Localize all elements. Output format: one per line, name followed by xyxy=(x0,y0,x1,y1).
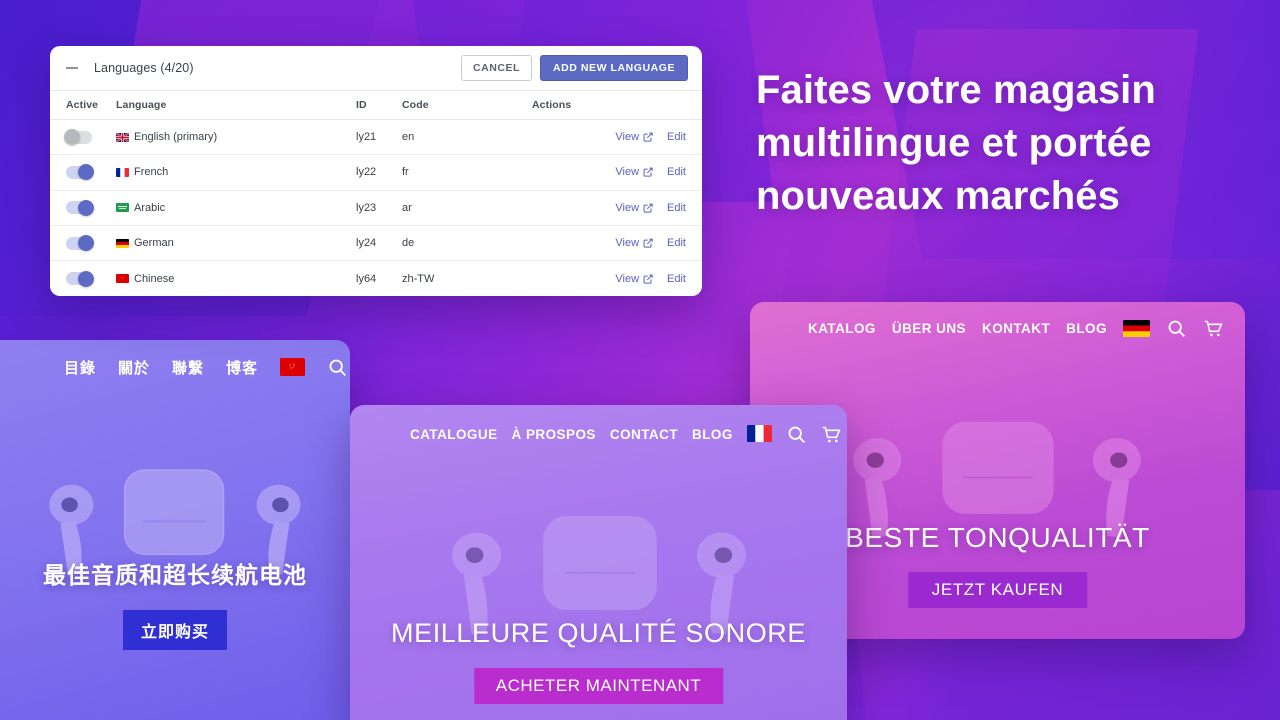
language-name: English (primary) xyxy=(134,131,218,144)
table-row: English (primary) ly21 en View Edit xyxy=(50,119,702,156)
language-name: Chinese xyxy=(134,272,175,285)
languages-panel: Languages (4/20) CANCEL ADD NEW LANGUAGE… xyxy=(50,46,702,296)
france-flag-icon[interactable] xyxy=(746,424,772,444)
view-link[interactable]: View xyxy=(615,273,639,285)
search-icon[interactable] xyxy=(327,357,348,378)
edit-link[interactable]: Edit xyxy=(667,273,686,285)
nav-link-catalog[interactable]: 目錄 xyxy=(64,357,96,378)
external-link-icon[interactable] xyxy=(643,167,653,178)
language-code: en xyxy=(402,119,532,156)
panel-header: Languages (4/20) CANCEL ADD NEW LANGUAGE xyxy=(50,46,702,91)
column-header-code: Code xyxy=(402,91,532,120)
table-row: Chinese ly64 zh-TW View Edit xyxy=(50,261,702,296)
external-link-icon[interactable] xyxy=(643,238,653,248)
cta-button-french[interactable]: ACHETER MAINTENANT xyxy=(473,668,724,704)
language-id: ly22 xyxy=(356,154,402,191)
nav-link-contact[interactable]: CONTACT xyxy=(610,427,678,442)
language-code: fr xyxy=(402,154,532,191)
uk-flag-icon xyxy=(116,132,129,142)
language-name: German xyxy=(134,237,174,250)
store-nav-chinese: 目錄 關於 聯繫 博客 xyxy=(0,340,350,394)
nav-link-catalogue[interactable]: CATALOGUE xyxy=(410,427,498,442)
nav-link-contact[interactable]: 聯繫 xyxy=(172,357,204,378)
active-toggle[interactable] xyxy=(64,129,92,146)
store-nav-french: CATALOGUE À PROSPOS CONTACT BLOG xyxy=(350,405,847,463)
nav-link-a-propos[interactable]: À PROSPOS xyxy=(512,427,596,442)
germany-flag-icon[interactable] xyxy=(1122,319,1150,337)
language-id: ly21 xyxy=(356,119,402,156)
saudi-arabia-flag-icon xyxy=(116,203,129,213)
language-code: ar xyxy=(402,190,532,226)
active-toggle[interactable] xyxy=(66,199,94,216)
nav-link-blog[interactable]: BLOG xyxy=(692,427,733,442)
active-toggle[interactable] xyxy=(66,235,94,252)
cta-button-chinese[interactable]: 立即购买 xyxy=(122,610,228,650)
active-toggle[interactable] xyxy=(66,270,94,287)
add-new-language-button[interactable]: ADD NEW LANGUAGE xyxy=(540,55,688,81)
store-preview-chinese: 目錄 關於 聯繫 博客 最佳音质和超长续航电池 立即购买 xyxy=(0,340,350,720)
column-header-id: ID xyxy=(356,91,402,120)
hero-title-french: MEILLEURE QUALITÉ SONORE xyxy=(391,618,806,648)
external-link-icon[interactable] xyxy=(643,132,653,142)
external-link-icon[interactable] xyxy=(643,203,653,213)
edit-link[interactable]: Edit xyxy=(667,202,686,214)
panel-title: Languages (4/20) xyxy=(94,61,194,75)
cart-icon[interactable] xyxy=(1203,318,1224,339)
nav-link-blog[interactable]: BLOG xyxy=(1066,321,1107,336)
view-link[interactable]: View xyxy=(615,166,639,178)
france-flag-icon xyxy=(116,167,129,177)
nav-link-about[interactable]: 關於 xyxy=(118,357,150,378)
store-hero-french: MEILLEURE QUALITÉ SONORE ACHETER MAINTEN… xyxy=(350,463,847,720)
languages-table: Active Language ID Code Actions English … xyxy=(50,91,702,296)
store-preview-french: CATALOGUE À PROSPOS CONTACT BLOG MEILLEU… xyxy=(350,405,847,720)
store-nav-german: KATALOG ÜBER UNS KONTAKT BLOG xyxy=(750,302,1245,354)
germany-flag-icon xyxy=(116,238,129,248)
edit-link[interactable]: Edit xyxy=(667,237,686,249)
hero-title-chinese: 最佳音质和超长续航电池 xyxy=(43,562,307,588)
table-header-row: Active Language ID Code Actions xyxy=(50,91,702,120)
minimize-icon[interactable] xyxy=(64,60,80,76)
language-code: zh-TW xyxy=(402,272,435,285)
language-name: Arabic xyxy=(134,201,166,214)
column-header-actions: Actions xyxy=(532,91,702,120)
view-link[interactable]: View xyxy=(615,237,639,249)
table-row: French ly22 fr View Edit xyxy=(50,154,702,191)
page-headline: Faites votre magasin multilingue et port… xyxy=(756,68,1156,218)
view-link[interactable]: View xyxy=(615,131,639,143)
active-toggle[interactable] xyxy=(66,164,94,181)
edit-link[interactable]: Edit xyxy=(667,166,686,178)
column-header-language: Language xyxy=(116,91,356,120)
table-row: Arabic ly23 ar View Edit xyxy=(50,190,702,226)
nav-link-kontakt[interactable]: KONTAKT xyxy=(982,321,1050,336)
hongkong-flag-icon xyxy=(116,274,129,284)
language-id: ly23 xyxy=(356,190,402,226)
cancel-button[interactable]: CANCEL xyxy=(460,55,533,81)
store-hero-chinese: 最佳音质和超长续航电池 立即购买 xyxy=(0,394,350,720)
search-icon[interactable] xyxy=(786,424,807,445)
external-link-icon[interactable] xyxy=(643,274,653,284)
edit-link[interactable]: Edit xyxy=(667,131,686,143)
nav-link-katalog[interactable]: KATALOG xyxy=(808,321,876,336)
column-header-active: Active xyxy=(50,91,116,120)
cart-icon[interactable] xyxy=(821,424,842,445)
language-name: French xyxy=(134,166,169,179)
language-code: de xyxy=(402,225,532,262)
nav-link-ueber-uns[interactable]: ÜBER UNS xyxy=(892,321,966,336)
cta-button-german[interactable]: JETZT KAUFEN xyxy=(907,572,1088,608)
search-icon[interactable] xyxy=(1166,318,1187,339)
hongkong-flag-icon[interactable] xyxy=(280,358,306,376)
view-link[interactable]: View xyxy=(615,202,639,214)
language-id: ly24 xyxy=(356,225,402,262)
table-row: German ly24 de View Edit xyxy=(50,225,702,262)
nav-link-blog[interactable]: 博客 xyxy=(226,357,258,378)
language-id: ly64 xyxy=(356,272,377,285)
